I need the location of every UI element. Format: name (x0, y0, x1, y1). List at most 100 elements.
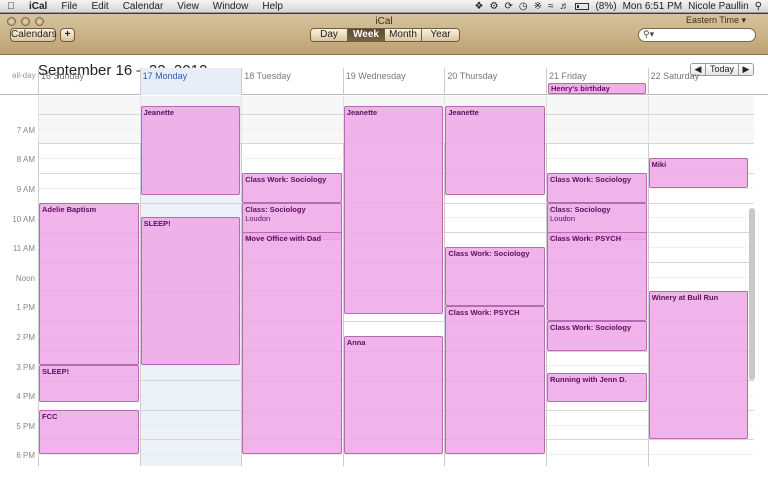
event-title: Class Work: Sociology (550, 174, 632, 184)
day-header-label: 16 Sunday (41, 71, 85, 81)
week-grid[interactable]: 7 AM 8 AM 9 AM 10 AM 11 AM Noon 1 PM 2 PM 3 PM 4 … (0, 96, 768, 466)
menu-view[interactable]: View (170, 1, 206, 12)
event-title: Miki (651, 160, 667, 170)
event-location: Loudon (550, 213, 576, 223)
apple-icon[interactable]:  (0, 1, 22, 12)
day-header-label: 21 Friday (549, 71, 587, 81)
calendar-event[interactable]: Winery at Bull Run (648, 291, 749, 440)
calendar-event[interactable]: Class Work: Sociology (242, 172, 342, 203)
bluetooth-icon[interactable]: ※ (534, 1, 542, 12)
view-year-button[interactable]: Year (422, 29, 459, 41)
search-input[interactable]: ⚲▾ (638, 28, 756, 42)
day-header-row: all-day 16 Sunday 17 Monday 18 Tuesday 19 W… (0, 68, 768, 95)
event-title: Jeanette (346, 108, 378, 118)
day-header-wednesday[interactable]: 19 Wednesday (342, 68, 445, 95)
time-label: 6 PM (16, 451, 35, 461)
view-day-button[interactable]: Day (311, 29, 348, 41)
calendar-event[interactable]: Jeanette (343, 106, 444, 314)
time-label: 5 PM (16, 421, 35, 431)
add-event-button[interactable]: + (60, 28, 75, 42)
event-title: Class: Sociology (245, 204, 306, 214)
menu-edit[interactable]: Edit (84, 1, 115, 12)
calendar-event[interactable]: Adelie Baptism (39, 202, 139, 366)
menu-extras: ❖ ⚙ ⟳ ◷ ※ ≈ ♬ (8%) Mon 6:51 PM Nicole Pa… (475, 1, 768, 12)
menu-app-name[interactable]: iCal (22, 1, 54, 12)
event-title: Jeanette (143, 108, 175, 118)
menu-bar:  iCal File Edit Calendar View Window He… (0, 0, 768, 13)
event-title: Class Work: PSYCH (550, 234, 622, 244)
day-header-thursday[interactable]: 20 Thursday (444, 68, 546, 95)
menu-file[interactable]: File (54, 1, 84, 12)
event-title: Jeanette (448, 108, 479, 118)
event-title: Class: Sociology (550, 204, 611, 214)
day-header-monday[interactable]: 17 Monday (139, 68, 242, 95)
day-header-saturday[interactable]: 22 Saturday (647, 68, 750, 95)
search-icon: ⚲▾ (643, 29, 655, 39)
time-label: 7 AM (16, 125, 35, 135)
settings-icon[interactable]: ⚙ (489, 1, 498, 12)
spotlight-icon[interactable]: ⚲ (755, 1, 762, 12)
event-title: Move Office with Dad (245, 234, 322, 244)
scrollbar-thumb[interactable] (749, 208, 755, 380)
calendar-event[interactable]: Jeanette (445, 106, 545, 196)
day-header-label: 17 Monday (142, 71, 188, 81)
calendar-event[interactable]: Class Work: Sociology (547, 172, 647, 203)
time-label: 9 AM (16, 184, 35, 194)
event-title: Class Work: Sociology (448, 248, 530, 258)
dropbox-icon[interactable]: ❖ (475, 1, 484, 12)
time-label: 1 PM (16, 303, 35, 313)
allday-event[interactable]: Henry's birthday (548, 83, 646, 94)
menu-window[interactable]: Window (206, 1, 256, 12)
day-header-label: 20 Thursday (447, 71, 498, 81)
volume-icon[interactable]: ♬ (559, 1, 569, 12)
calendar-event[interactable]: Running with Jenn D. (547, 372, 647, 403)
event-location: Loudon (245, 213, 271, 223)
event-title: Anna (346, 337, 366, 347)
event-title: Class Work: Sociology (550, 322, 632, 332)
calendar-event[interactable]: FCC (39, 409, 139, 455)
event-title: Adelie Baptism (42, 204, 97, 214)
day-header-sunday[interactable]: 16 Sunday (38, 68, 140, 95)
event-title: SLEEP! (42, 367, 70, 377)
time-label: 10 AM (12, 214, 35, 224)
vertical-scrollbar[interactable] (748, 110, 756, 380)
calendar-event[interactable]: Anna (343, 335, 444, 455)
event-title: Winery at Bull Run (651, 293, 719, 303)
timemachine-icon[interactable]: ◷ (519, 1, 528, 12)
calendars-button[interactable]: Calendars (10, 28, 57, 42)
event-title: FCC (42, 411, 58, 421)
calendar-event[interactable]: Class Work: PSYCH (445, 306, 545, 455)
clock[interactable]: Mon 6:51 PM (623, 1, 682, 12)
calendar-event[interactable]: SLEEP! (140, 217, 241, 366)
view-switcher: Day Week Month Year (310, 28, 460, 42)
calendar-event[interactable]: Move Office with Dad (242, 232, 342, 455)
timezone-selector[interactable]: Eastern Time ▾ (686, 15, 746, 26)
view-month-button[interactable]: Month (385, 29, 422, 41)
toolbar: iCal Eastern Time ▾ Calendars + Day Week… (0, 14, 768, 55)
window-title: iCal (375, 16, 393, 27)
event-title: Class Work: Sociology (245, 174, 327, 184)
time-label: 3 PM (16, 362, 35, 372)
time-label: 8 AM (16, 155, 35, 165)
menu-help[interactable]: Help (255, 1, 290, 12)
day-header-tuesday[interactable]: 18 Tuesday (241, 68, 343, 95)
calendar-event[interactable]: Miki (648, 158, 749, 188)
menu-calendar[interactable]: Calendar (116, 1, 171, 12)
battery-percent: (8%) (595, 0, 617, 12)
view-week-button[interactable]: Week (348, 29, 385, 41)
time-label: 11 AM (12, 244, 35, 254)
day-header-label: 18 Tuesday (244, 71, 291, 81)
calendar-event[interactable]: Class Work: Sociology (547, 320, 647, 351)
calendar-event[interactable]: Class Work: Sociology (445, 246, 545, 307)
allday-label: all-day (12, 71, 36, 80)
battery-icon[interactable] (575, 2, 590, 10)
calendar-event[interactable]: Class Work: PSYCH (547, 232, 647, 321)
event-title: Running with Jenn D. (550, 374, 627, 384)
calendar-event[interactable]: SLEEP! (39, 365, 139, 403)
sync-icon[interactable]: ⟳ (504, 1, 512, 12)
time-label: Noon (15, 273, 35, 283)
user-name[interactable]: Nicole Paullin (688, 1, 749, 12)
half-hour-line (38, 454, 754, 456)
wifi-icon[interactable]: ≈ (548, 1, 554, 12)
calendar-event[interactable]: Jeanette (140, 106, 241, 196)
